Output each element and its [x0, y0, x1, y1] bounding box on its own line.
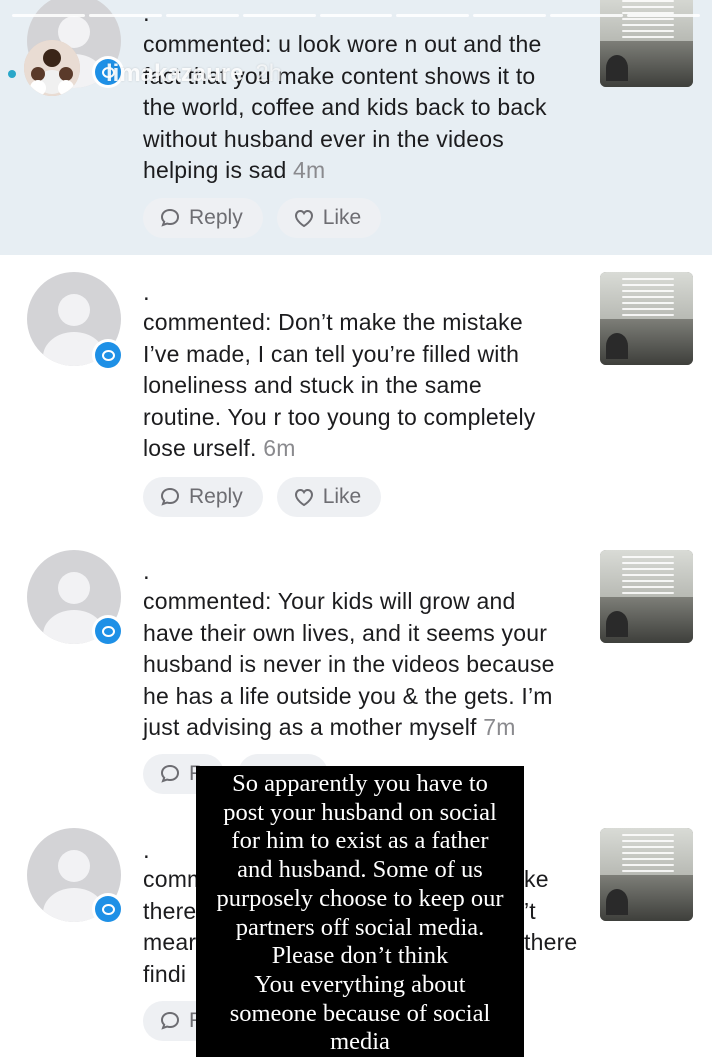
comment-line: just advising as a mother myself 7m: [143, 712, 583, 744]
progress-segment: [12, 14, 85, 17]
caption-line: purposely choose to keep our: [216, 884, 504, 912]
comment-text: commented: Your kids will grow and have …: [143, 586, 583, 744]
comment-text-fragment: ke ’t there: [524, 864, 604, 959]
progress-segment: [396, 14, 470, 17]
comment-timestamp: 7m: [483, 714, 516, 740]
story-time: 2h: [255, 60, 283, 87]
reply-label: Reply: [189, 485, 243, 508]
like-button[interactable]: Like: [276, 477, 382, 517]
comment-last-line: lose urself.: [143, 435, 257, 461]
comment-fragment: there: [524, 929, 578, 955]
progress-segment: [319, 14, 393, 17]
comment-line: loneliness and stuck in the same: [143, 372, 482, 398]
caption-line: for him to exist as a father: [231, 827, 489, 855]
comment-line: routine. You r too young to completely: [143, 403, 536, 430]
story-avatar[interactable]: [24, 40, 80, 96]
comment-actions: Reply Like: [143, 477, 382, 517]
comment-fragment: ke: [524, 866, 549, 892]
commenter-name[interactable]: .: [143, 281, 150, 305]
video-thumbnail[interactable]: [600, 828, 693, 921]
caption-line: post your husband on social: [223, 798, 497, 826]
caption-line: someone because of social: [229, 999, 491, 1027]
comment-text: commented: u look wore n out and the fac…: [143, 29, 583, 187]
comment-last-line: just advising as a mother myself: [143, 714, 477, 740]
progress-segment: [165, 14, 239, 17]
comment-actions: Reply Like: [143, 198, 382, 238]
reply-bubble-icon: [160, 764, 180, 783]
reply-bubble-icon: [160, 487, 180, 506]
profile-photo: [24, 40, 80, 96]
progress-segment: [550, 14, 624, 17]
video-thumbnail[interactable]: [600, 272, 693, 365]
comment-last-line: helping is sad: [143, 157, 287, 183]
caption-line: Please don’t think: [271, 942, 449, 970]
comment-text: commented: Don’t make the mistake I’ve m…: [143, 307, 583, 465]
story-header: limakazaure 2h: [8, 40, 282, 96]
comment-badge-icon: [92, 615, 124, 647]
comment-card: . commented: u look wore n out and the f…: [0, 0, 712, 255]
progress-segment: [473, 14, 547, 17]
reply-bubble-icon: [160, 1011, 180, 1030]
story-username[interactable]: limakazaure 2h: [106, 60, 282, 88]
comment-card: . commented: Don’t make the mistake I’ve…: [0, 255, 712, 535]
commenter-name[interactable]: .: [143, 560, 150, 584]
video-thumbnail[interactable]: [600, 550, 693, 643]
comment-timestamp: 4m: [293, 157, 326, 183]
reply-bubble-icon: [160, 208, 180, 227]
comment-line: commented: Don’t make the mistake: [143, 309, 523, 335]
comment-badge-icon: [92, 339, 124, 371]
caption-line: partners off social media.: [235, 913, 485, 941]
progress-segment: [88, 14, 162, 17]
comment-line: lose urself. 6m: [143, 433, 583, 465]
reply-label: Reply: [189, 206, 243, 229]
progress-segment: [627, 14, 701, 17]
like-label: Like: [322, 485, 362, 508]
story-caption: So apparently you have to post your husb…: [196, 766, 524, 1057]
comment-line: have their own lives, and it seems your: [143, 619, 548, 646]
comment-line: he has a life outside you & the gets. I’…: [143, 682, 553, 709]
comment-badge-icon: [92, 893, 124, 925]
like-label: Like: [322, 206, 362, 229]
caption-line: So apparently you have to: [232, 770, 488, 797]
heart-icon: [294, 209, 313, 228]
comment-line: I’ve made, I can tell you’re filled with: [143, 340, 520, 367]
heart-icon: [294, 488, 313, 507]
progress-segment: [242, 14, 316, 17]
reply-button[interactable]: Reply: [143, 198, 263, 238]
caption-line: You everything about: [254, 970, 466, 998]
comment-line: without husband ever in the videos: [143, 125, 504, 152]
comment-line: the world, coffee and kids back to back: [143, 94, 547, 120]
unread-dot: [8, 70, 16, 78]
like-button[interactable]: Like: [276, 198, 382, 238]
story-progress-bar: [12, 14, 701, 17]
comment-line: commented: u look wore n out and the: [143, 31, 542, 57]
comment-timestamp: 6m: [263, 435, 296, 461]
comment-line: commented: Your kids will grow and: [143, 588, 516, 614]
caption-line: and husband. Some of us: [237, 856, 483, 884]
comment-fragment: ’t: [524, 897, 536, 924]
reply-button[interactable]: Reply: [143, 477, 263, 517]
commenter-name[interactable]: .: [143, 839, 150, 863]
username-text: limakazaure: [106, 60, 244, 87]
comment-line: husband is never in the videos because: [143, 651, 555, 677]
caption-line: media: [330, 1028, 390, 1056]
comment-line: helping is sad 4m: [143, 155, 583, 187]
